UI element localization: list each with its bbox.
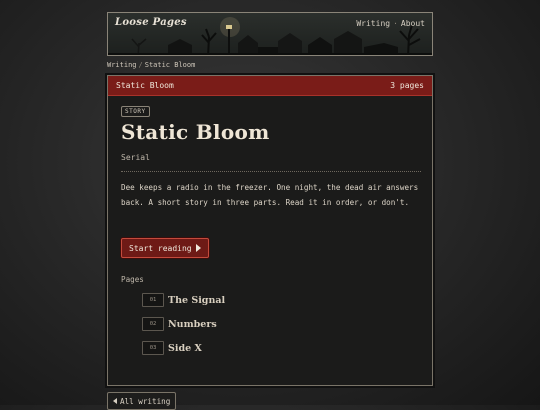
card-bar-title: Static Bloom bbox=[116, 81, 174, 90]
nav-about[interactable]: About bbox=[401, 19, 425, 28]
nav-separator: · bbox=[393, 19, 398, 28]
start-reading-button[interactable]: Start reading bbox=[121, 238, 209, 258]
page-number-badge: 01 bbox=[142, 293, 164, 307]
page-list: 01 The Signal 02 Numbers 03 Side X bbox=[142, 292, 225, 364]
site-title[interactable]: Loose Pages bbox=[115, 17, 187, 28]
breadcrumb-separator: / bbox=[138, 61, 143, 69]
page-number-badge: 02 bbox=[142, 317, 164, 331]
page-count: 3 pages bbox=[390, 81, 424, 90]
play-arrow-icon bbox=[195, 244, 201, 252]
page-item-3[interactable]: 03 Side X bbox=[142, 340, 225, 356]
pages-heading: Pages bbox=[121, 275, 144, 284]
story-tag: STORY bbox=[121, 106, 150, 117]
story-subtitle: Serial bbox=[121, 153, 150, 162]
page-title[interactable]: Numbers bbox=[168, 319, 217, 330]
story-description: Dee keeps a radio in the freezer. One ni… bbox=[121, 183, 419, 207]
top-nav: Writing · About bbox=[356, 19, 425, 28]
card-title-bar: Static Bloom 3 pages bbox=[108, 76, 432, 96]
start-reading-label: Start reading bbox=[129, 243, 192, 253]
story-card: Static Bloom 3 pages STORY Static Bloom … bbox=[107, 75, 433, 386]
breadcrumb-current: Static Bloom bbox=[144, 61, 196, 69]
breadcrumb: Writing / Static Bloom bbox=[107, 61, 195, 69]
all-writing-button[interactable]: All writing bbox=[107, 392, 177, 410]
all-writing-label: All writing bbox=[120, 396, 171, 406]
page-item-1[interactable]: 01 The Signal bbox=[142, 292, 225, 308]
page-number-badge: 03 bbox=[142, 341, 164, 355]
back-arrow-icon bbox=[113, 398, 117, 404]
page-title[interactable]: The Signal bbox=[168, 295, 225, 306]
page-title[interactable]: Side X bbox=[168, 343, 202, 354]
dotted-divider bbox=[121, 171, 421, 172]
nav-writing[interactable]: Writing bbox=[356, 19, 390, 28]
breadcrumb-writing[interactable]: Writing bbox=[107, 61, 137, 69]
site-header: Loose Pages Writing · About bbox=[107, 12, 433, 56]
story-title: Static Bloom bbox=[121, 120, 270, 144]
page-item-2[interactable]: 02 Numbers bbox=[142, 316, 225, 332]
